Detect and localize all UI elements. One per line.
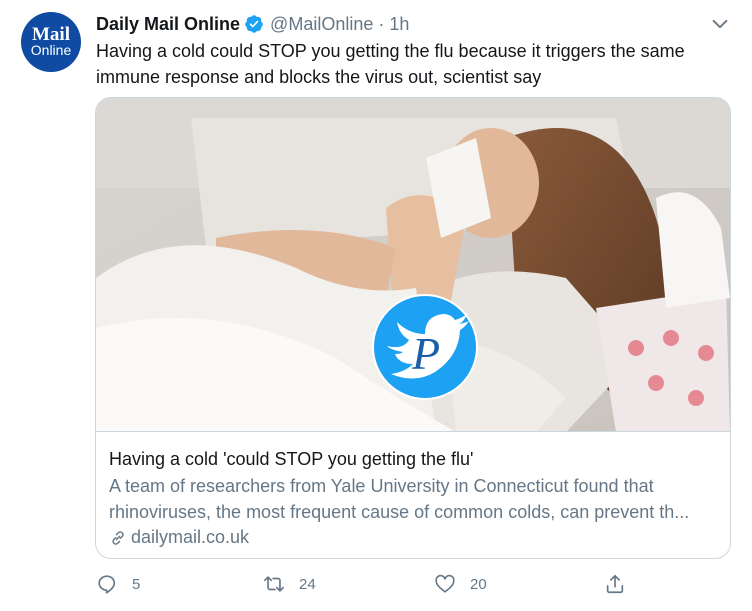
verified-badge-icon bbox=[244, 14, 264, 34]
avatar-logo-online: Online bbox=[30, 42, 72, 58]
bird-p-logo-icon: P bbox=[372, 294, 478, 400]
display-name[interactable]: Daily Mail Online bbox=[96, 14, 240, 35]
card-domain-text: dailymail.co.uk bbox=[131, 527, 250, 547]
chevron-down-icon bbox=[712, 19, 728, 29]
card-body: Having a cold 'could STOP you getting th… bbox=[109, 448, 719, 548]
tweet-actions: 5 24 20 bbox=[96, 570, 736, 598]
card-description: A team of researchers from Yale Universi… bbox=[109, 473, 719, 525]
share-icon bbox=[606, 574, 624, 594]
reply-count: 5 bbox=[132, 575, 141, 593]
reply-button[interactable]: 5 bbox=[96, 570, 140, 598]
tweet[interactable]: Mail Online Daily Mail Online @MailOnlin… bbox=[0, 0, 752, 611]
separator-dot: · bbox=[378, 13, 385, 34]
tweet-text: Having a cold could STOP you getting the… bbox=[96, 41, 685, 87]
link-card[interactable]: P Having a cold 'could STOP you getting … bbox=[95, 97, 731, 559]
tweet-header: Daily Mail Online @MailOnline · 1h bbox=[96, 12, 409, 36]
card-domain[interactable]: dailymail.co.uk bbox=[109, 527, 719, 548]
more-options-button[interactable] bbox=[706, 12, 734, 36]
retweet-icon bbox=[264, 576, 284, 592]
avatar-logo-mail: Mail bbox=[32, 24, 70, 45]
card-image[interactable]: P bbox=[96, 98, 730, 432]
like-count: 20 bbox=[470, 575, 487, 593]
heart-icon bbox=[435, 574, 455, 593]
avatar[interactable]: Mail Online bbox=[21, 12, 81, 72]
card-description-line: A team of researchers from Yale Universi… bbox=[109, 476, 654, 496]
like-button[interactable]: 20 bbox=[434, 570, 487, 598]
handle[interactable]: @MailOnline bbox=[270, 14, 373, 35]
card-description-line: rhinoviruses, the most frequent cause of… bbox=[109, 502, 690, 522]
reply-icon bbox=[98, 575, 116, 594]
card-title[interactable]: Having a cold 'could STOP you getting th… bbox=[109, 448, 719, 470]
retweet-count: 24 bbox=[299, 575, 316, 593]
share-button[interactable] bbox=[604, 570, 626, 598]
link-icon bbox=[112, 530, 124, 545]
overlay-letter: P bbox=[411, 328, 440, 379]
timestamp[interactable]: 1h bbox=[389, 14, 409, 35]
retweet-button[interactable]: 24 bbox=[263, 570, 316, 598]
